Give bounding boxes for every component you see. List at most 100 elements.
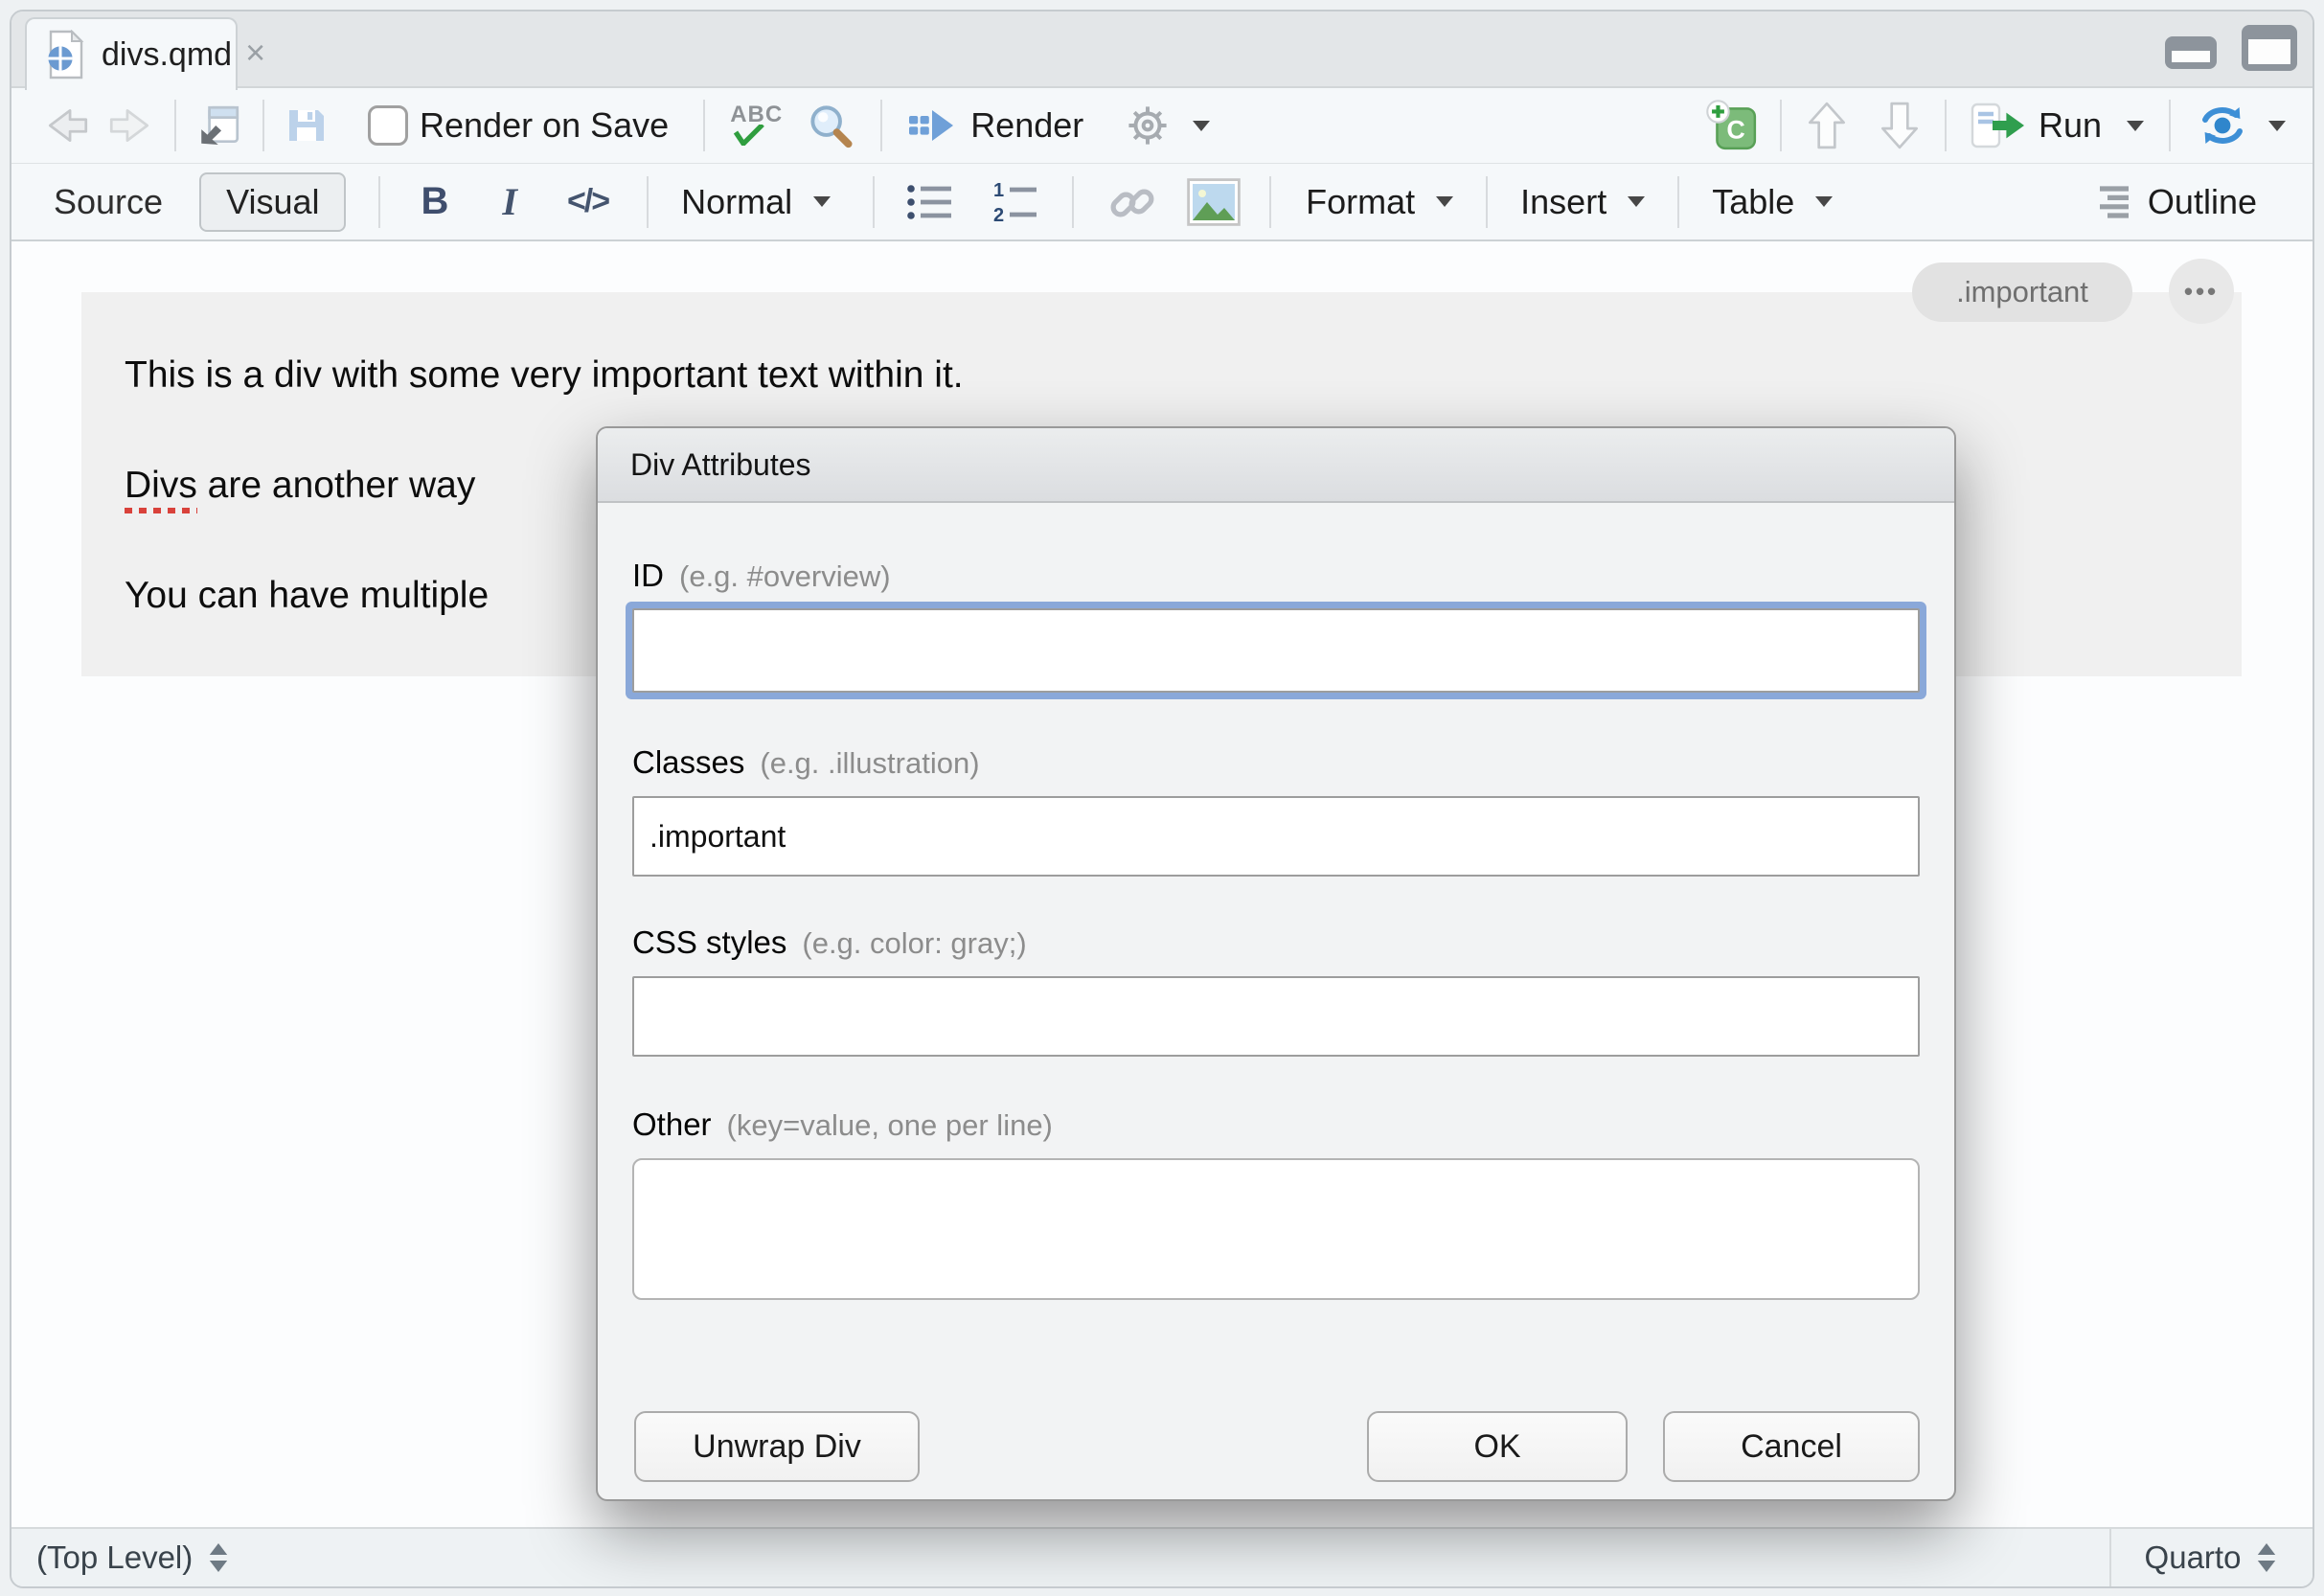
source-mode-button[interactable]: Source (54, 182, 163, 222)
outline-toggle[interactable]: Outline (2092, 182, 2257, 222)
div-options-dots-icon[interactable]: ••• (2169, 259, 2234, 324)
format-caret-icon (1436, 196, 1453, 207)
css-styles-hint: (e.g. color: gray;) (802, 926, 1026, 961)
other-hint: (key=value, one per line) (727, 1108, 1053, 1143)
insert-caret-icon (1628, 196, 1645, 207)
forward-icon[interactable] (105, 103, 153, 148)
id-label: ID (632, 558, 664, 594)
format-menu-label: Format (1306, 182, 1415, 222)
spellcheck-icon[interactable]: ABC (730, 105, 783, 145)
svg-text:C: C (1726, 115, 1744, 144)
italic-button[interactable]: I (502, 179, 517, 224)
bold-button[interactable]: B (421, 180, 448, 223)
toolbar-separator (703, 100, 705, 151)
run-dropdown-caret-icon[interactable] (2127, 121, 2144, 131)
table-menu-label: Table (1712, 182, 1794, 222)
toolbar-separator (1677, 176, 1679, 228)
classes-hint: (e.g. .illustration) (760, 746, 979, 781)
maximize-pane-icon[interactable] (2242, 25, 2297, 71)
scope-selector[interactable]: (Top Level) (36, 1539, 231, 1576)
visual-mode-button[interactable]: Visual (199, 172, 346, 232)
id-input[interactable] (632, 608, 1920, 693)
link-icon[interactable] (1106, 176, 1158, 228)
toolbar-separator (1269, 176, 1271, 228)
other-label-row: Other (key=value, one per line) (632, 1106, 1053, 1143)
toolbar-separator (1780, 100, 1782, 151)
toolbar-separator (2169, 100, 2171, 151)
image-icon[interactable] (1187, 178, 1241, 226)
doc-paragraph-1: This is a div with some very important t… (125, 353, 964, 399)
render-settings-gear-icon[interactable] (1124, 102, 1172, 149)
misspelled-word: Divs (125, 465, 197, 513)
paragraph-style-dropdown[interactable]: Normal (681, 182, 831, 222)
back-icon[interactable] (44, 103, 92, 148)
tab-title: divs.qmd (102, 36, 232, 74)
tab-strip: divs.qmd × (11, 11, 2313, 88)
insert-menu[interactable]: Insert (1520, 182, 1645, 222)
next-chunk-icon[interactable] (1878, 100, 1922, 151)
css-styles-label: CSS styles (632, 924, 786, 961)
tab-close-icon[interactable]: × (245, 35, 265, 70)
table-menu[interactable]: Table (1712, 182, 1833, 222)
bullet-list-icon[interactable] (905, 180, 957, 224)
table-caret-icon (1815, 196, 1833, 207)
render-dropdown-caret-icon[interactable] (1193, 121, 1210, 131)
other-label: Other (632, 1106, 712, 1143)
open-in-window-icon[interactable] (195, 102, 243, 149)
numbered-list-icon[interactable]: 1 2 (991, 180, 1043, 224)
render-button[interactable]: Render (907, 103, 1083, 148)
toolbar-separator (1072, 176, 1074, 228)
id-label-row: ID (e.g. #overview) (632, 558, 891, 594)
document-type-selector[interactable]: Quarto (2109, 1529, 2313, 1586)
dialog-title: Div Attributes (630, 447, 811, 483)
classes-label: Classes (632, 744, 744, 781)
updown-icon (2254, 1541, 2279, 1574)
source-pane: divs.qmd × (10, 10, 2314, 1588)
code-button[interactable]: </> (567, 183, 608, 220)
render-icon (907, 103, 959, 148)
source-rerun-icon[interactable] (2196, 102, 2249, 149)
main-toolbar: Render on Save ABC (11, 88, 2313, 164)
format-toolbar: Source Visual B I </> Normal 1 2 (11, 164, 2313, 241)
toolbar-separator (880, 100, 882, 151)
outline-icon (2092, 183, 2136, 221)
id-hint: (e.g. #overview) (679, 559, 891, 594)
div-attributes-dialog: Div Attributes ID (e.g. #overview) Class… (596, 426, 1956, 1501)
toolbar-separator (174, 100, 176, 151)
dialog-header[interactable]: Div Attributes (598, 428, 1954, 503)
render-label: Render (970, 105, 1083, 146)
format-menu[interactable]: Format (1306, 182, 1453, 222)
ok-button[interactable]: OK (1367, 1411, 1628, 1482)
previous-chunk-icon[interactable] (1805, 100, 1849, 151)
toolbar-separator (378, 176, 380, 228)
search-icon[interactable] (806, 101, 855, 150)
style-dropdown-caret-icon (813, 196, 831, 207)
quarto-file-icon (44, 30, 88, 80)
tab-divs-qmd[interactable]: divs.qmd × (25, 17, 238, 90)
toolbar-separator (262, 100, 264, 151)
css-styles-input[interactable] (632, 976, 1920, 1057)
insert-chunk-icon[interactable]: C (1705, 99, 1759, 152)
css-label-row: CSS styles (e.g. color: gray;) (632, 924, 1027, 961)
classes-input[interactable] (632, 796, 1920, 877)
save-icon[interactable] (284, 103, 330, 148)
run-icon (1970, 101, 2027, 150)
minimize-pane-icon[interactable] (2165, 36, 2217, 69)
toolbar-separator (647, 176, 649, 228)
svg-text:2: 2 (993, 205, 1004, 224)
paragraph-style-label: Normal (681, 182, 792, 222)
rerun-dropdown-caret-icon[interactable] (2268, 121, 2286, 131)
render-on-save-label: Render on Save (420, 105, 669, 146)
div-class-badge: .important (1912, 262, 2132, 322)
run-label: Run (2039, 105, 2102, 146)
toolbar-separator (1486, 176, 1488, 228)
doc-paragraph-2: Divs are another way (125, 463, 475, 509)
insert-menu-label: Insert (1520, 182, 1606, 222)
other-textarea[interactable] (632, 1158, 1920, 1300)
unwrap-div-button[interactable]: Unwrap Div (634, 1411, 920, 1482)
run-button[interactable]: Run (1970, 101, 2144, 150)
render-on-save-checkbox[interactable] (368, 105, 408, 146)
render-on-save-toggle[interactable]: Render on Save (368, 105, 669, 146)
status-bar: (Top Level) Quarto (11, 1527, 2313, 1586)
cancel-button[interactable]: Cancel (1663, 1411, 1920, 1482)
